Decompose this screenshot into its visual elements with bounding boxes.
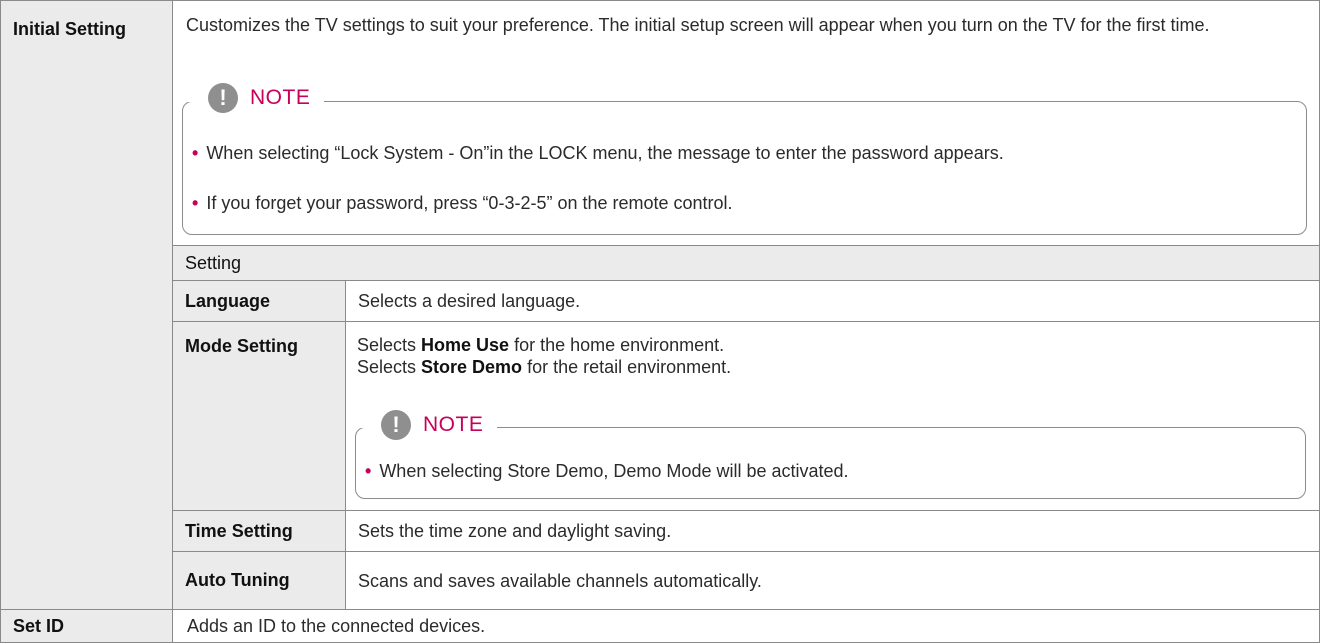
note-box-lock: [182, 101, 1307, 235]
exclamation-icon: !: [208, 83, 238, 113]
time-setting-description: Sets the time zone and daylight saving.: [358, 521, 672, 541]
set-id-label: Set ID: [13, 615, 65, 636]
sub-label-auto-tuning: Auto Tuning: [172, 551, 346, 610]
initial-setting-description: Customizes the TV settings to suit your …: [186, 15, 1210, 35]
time-setting-description-cell: Sets the time zone and daylight saving.: [345, 510, 1320, 552]
time-setting-label: Time Setting: [185, 520, 293, 541]
set-id-description-cell: Adds an ID to the connected devices.: [172, 609, 1320, 643]
language-label: Language: [185, 290, 271, 311]
sub-label-time-setting: Time Setting: [172, 510, 346, 552]
mode-setting-line-2: Selects Store Demo for the retail enviro…: [357, 356, 731, 378]
note-item-text: If you forget your password, press “0-3-…: [206, 193, 733, 213]
note-item-text: When selecting “Lock System - On”in the …: [206, 143, 1004, 163]
exclamation-icon: !: [381, 410, 411, 440]
setting-header-row: Setting: [172, 245, 1320, 281]
note-item: • When selecting Store Demo, Demo Mode wi…: [365, 460, 1295, 482]
note-header: ! NOTE: [208, 83, 325, 113]
language-description-cell: Selects a desired language.: [345, 280, 1320, 322]
initial-setting-label: Initial Setting: [13, 19, 127, 39]
mode-line2-pre: Selects: [357, 357, 422, 377]
home-use-term: Home Use: [421, 335, 510, 355]
note-title: NOTE: [250, 86, 311, 109]
bullet-icon: •: [192, 143, 199, 163]
mode-setting-label: Mode Setting: [185, 336, 298, 356]
language-description: Selects a desired language.: [358, 291, 581, 311]
bullet-icon: •: [365, 461, 372, 481]
sub-label-mode-setting: Mode Setting: [172, 321, 346, 511]
note-title: NOTE: [423, 413, 484, 436]
auto-tuning-label: Auto Tuning: [185, 570, 290, 590]
mode-line1-pre: Selects: [357, 335, 422, 355]
auto-tuning-description-cell: Scans and saves available channels autom…: [345, 551, 1320, 610]
sub-label-language: Language: [172, 280, 346, 322]
store-demo-term: Store Demo: [421, 357, 523, 377]
mode-line1-post: for the home environment.: [509, 335, 725, 355]
mode-setting-line-1: Selects Home Use for the home environmen…: [357, 334, 724, 356]
note-item-text: When selecting Store Demo, Demo Mode wil…: [379, 461, 849, 481]
note-item: • When selecting “Lock System - On”in the…: [192, 142, 1292, 164]
set-id-description: Adds an ID to the connected devices.: [187, 616, 486, 636]
note-header: ! NOTE: [381, 410, 498, 440]
bullet-icon: •: [192, 193, 199, 213]
row-label-set-id: Set ID: [0, 609, 173, 643]
mode-line2-post: for the retail environment.: [522, 357, 732, 377]
row-label-initial-setting: Initial Setting: [0, 0, 173, 610]
note-item: • If you forget your password, press “0-3…: [192, 192, 1292, 214]
auto-tuning-description: Scans and saves available channels autom…: [358, 570, 762, 591]
setting-header-label: Setting: [185, 252, 242, 273]
